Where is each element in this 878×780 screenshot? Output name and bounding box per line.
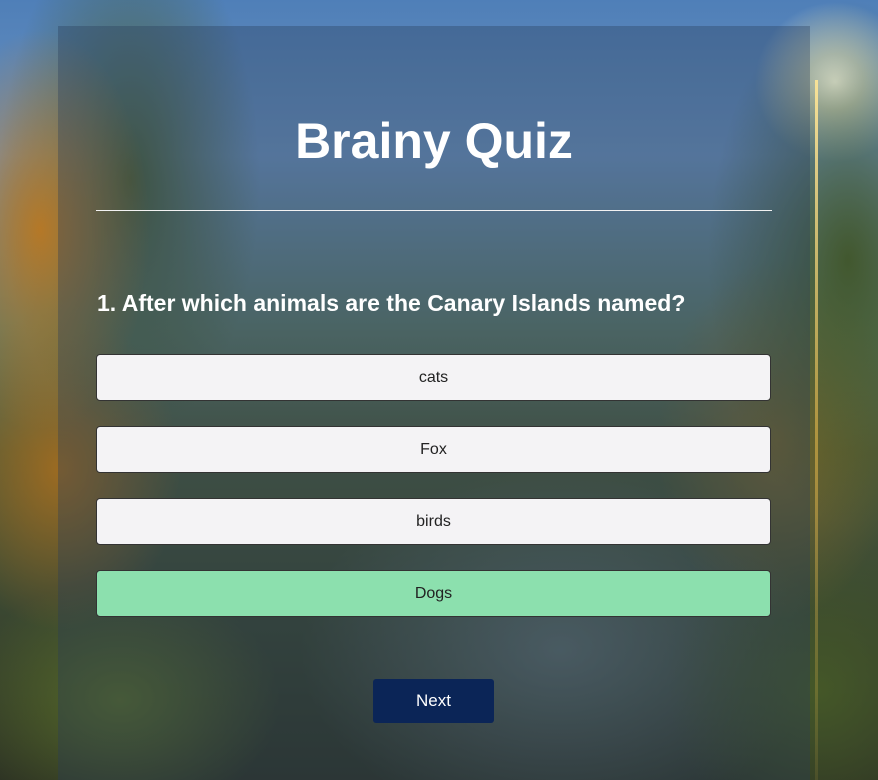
next-button[interactable]: Next: [373, 679, 494, 723]
question-text: 1. After which animals are the Canary Is…: [97, 290, 686, 316]
answer-button-4[interactable]: Dogs: [96, 570, 771, 617]
title-divider: [96, 210, 772, 211]
sun-ray: [815, 80, 818, 780]
answer-button-1[interactable]: cats: [96, 354, 771, 401]
answer-button-3[interactable]: birds: [96, 498, 771, 545]
answer-button-2[interactable]: Fox: [96, 426, 771, 473]
quiz-title: Brainy Quiz: [295, 113, 573, 169]
answer-list: cats Fox birds Dogs: [96, 354, 771, 642]
